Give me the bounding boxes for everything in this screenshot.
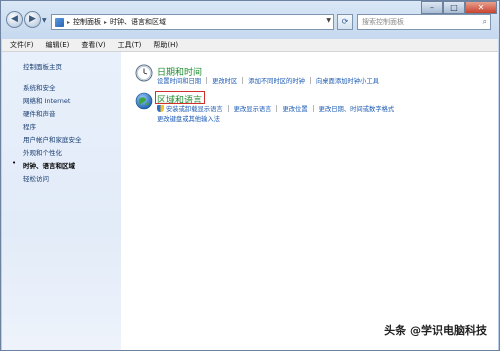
- sidebar-item-programs[interactable]: 程序: [23, 121, 36, 131]
- link-divider: [242, 77, 244, 84]
- search-icon[interactable]: ⌕: [483, 15, 487, 29]
- menu-view[interactable]: 查看(V): [81, 40, 105, 50]
- menu-edit[interactable]: 编辑(E): [46, 40, 70, 50]
- link-divider: [309, 77, 311, 84]
- back-button[interactable]: ◀: [6, 11, 23, 28]
- active-bullet-icon: •: [12, 159, 17, 167]
- search-input[interactable]: 搜索控制面板 ⌕: [357, 14, 491, 30]
- globe-icon: [135, 92, 153, 110]
- breadcrumb-chevron-icon: ▸: [67, 18, 71, 26]
- link-change-display-language[interactable]: 更改显示语言: [234, 104, 272, 113]
- search-placeholder: 搜索控制面板: [362, 18, 404, 26]
- link-divider: [276, 105, 278, 112]
- refresh-icon: ⟳: [341, 17, 349, 26]
- menu-bar: 文件(F) 编辑(E) 查看(V) 工具(T) 帮助(H): [2, 39, 498, 52]
- address-dropdown-icon[interactable]: ▼: [326, 17, 331, 24]
- clock-icon: [135, 64, 153, 82]
- recent-pages-chevron-icon[interactable]: ▼: [42, 17, 47, 24]
- main-pane: 日期和时间 设置时间和日期 更改时区 添加不同时区的时钟 向桌面添加时钟小工具: [121, 52, 498, 350]
- date-time-links: 设置时间和日期 更改时区 添加不同时区的时钟 向桌面添加时钟小工具: [157, 76, 379, 85]
- sidebar-item-clock-language-region[interactable]: 时钟、语言和区域: [23, 160, 75, 170]
- navigation-bar: ◀ ▶ ▼ ▸ 控制面板 ▸ 时钟、语言和区域 ▼ ⟳ 搜索控制面板 ⌕: [1, 1, 499, 39]
- menu-file[interactable]: 文件(F): [10, 40, 34, 50]
- shield-icon: [157, 105, 164, 112]
- link-divider: [312, 105, 314, 112]
- link-install-display-language[interactable]: 安装或卸载显示语言: [166, 104, 223, 113]
- forward-arrow-icon: ▶: [29, 14, 36, 24]
- sidebar-item-hardware-sound[interactable]: 硬件和声音: [23, 108, 56, 118]
- link-add-clocks[interactable]: 添加不同时区的时钟: [248, 76, 305, 85]
- link-set-time-date[interactable]: 设置时间和日期: [157, 76, 201, 85]
- region-language-links-row1: 安装或卸载显示语言 更改显示语言 更改位置 更改日期、时间或数字格式: [157, 104, 394, 113]
- sidebar-item-ease-of-access[interactable]: 轻松访问: [23, 173, 49, 183]
- sidebar-item-appearance[interactable]: 外观和个性化: [23, 147, 62, 157]
- link-change-keyboards[interactable]: 更改键盘或其他输入法: [157, 114, 220, 123]
- forward-button[interactable]: ▶: [24, 11, 41, 28]
- link-add-clock-gadget[interactable]: 向桌面添加时钟小工具: [316, 76, 379, 85]
- menu-help[interactable]: 帮助(H): [153, 40, 178, 50]
- breadcrumb-control-panel[interactable]: 控制面板: [73, 17, 101, 27]
- address-bar[interactable]: ▸ 控制面板 ▸ 时钟、语言和区域 ▼: [51, 14, 334, 30]
- menu-tools[interactable]: 工具(T): [118, 40, 142, 50]
- region-language-links-row2: 更改键盘或其他输入法: [157, 114, 220, 123]
- sidebar-home-link[interactable]: 控制面板主页: [23, 61, 62, 71]
- link-change-date-format[interactable]: 更改日期、时间或数字格式: [319, 104, 395, 113]
- refresh-button[interactable]: ⟳: [337, 14, 353, 30]
- sidebar-item-network-internet[interactable]: 网络和 Internet: [23, 95, 70, 105]
- content-area: 控制面板主页 系统和安全 网络和 Internet 硬件和声音 程序 用户帐户和…: [2, 52, 498, 350]
- breadcrumb-clock-language-region[interactable]: 时钟、语言和区域: [110, 17, 166, 27]
- sidebar-item-user-accounts[interactable]: 用户帐户和家庭安全: [23, 134, 82, 144]
- highlight-box: [155, 91, 205, 104]
- link-divider: [206, 77, 208, 84]
- sidebar-item-system-security[interactable]: 系统和安全: [23, 82, 56, 92]
- breadcrumb-chevron-icon: ▸: [104, 18, 108, 26]
- explorer-window: – □ ✕ ◀ ▶ ▼ ▸ 控制面板 ▸ 时钟、语言和区域 ▼ ⟳ 搜索控制面板…: [0, 0, 500, 351]
- link-change-time-zone[interactable]: 更改时区: [212, 76, 237, 85]
- sidebar: 控制面板主页 系统和安全 网络和 Internet 硬件和声音 程序 用户帐户和…: [2, 52, 121, 350]
- watermark: 头条 @学识电脑科技: [384, 324, 487, 337]
- control-panel-icon: [55, 17, 64, 27]
- link-divider: [227, 105, 229, 112]
- back-arrow-icon: ◀: [11, 14, 18, 24]
- link-change-location[interactable]: 更改位置: [282, 104, 307, 113]
